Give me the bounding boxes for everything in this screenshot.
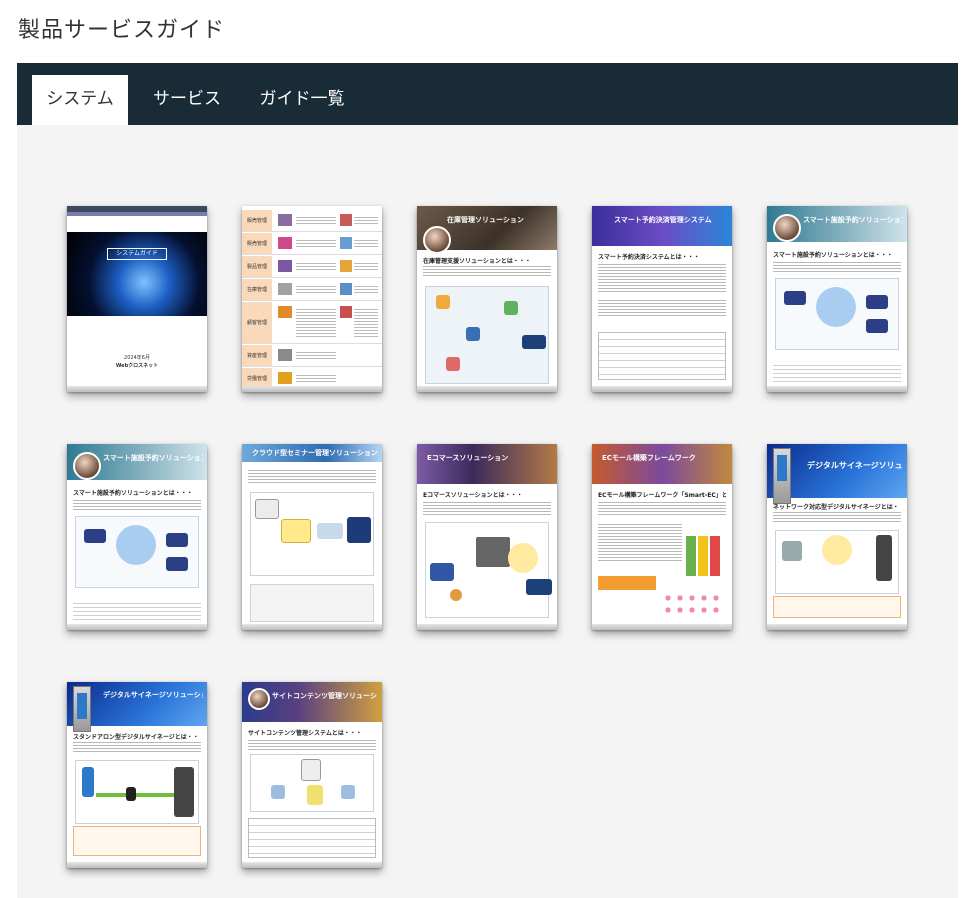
- system-diagram: [775, 530, 899, 594]
- guide-book-ecommerce[interactable]: Eコマースソリューション Eコマースソリューションとは・・・: [417, 444, 557, 630]
- system-diagram: [250, 754, 374, 812]
- kiosk-image: [73, 686, 91, 732]
- book-title: 在庫管理ソリューション: [447, 216, 524, 224]
- list-item: 労働管理: [242, 368, 382, 390]
- avatar: [73, 452, 101, 480]
- book-title: ECモール構築フレームワーク: [602, 454, 696, 462]
- book-heading: Eコマースソリューションとは・・・: [423, 492, 523, 499]
- book-title: デジタルサイネージソリューション: [807, 461, 903, 470]
- guide-book-inventory[interactable]: 在庫管理ソリューション 在庫管理支援ソリューションとは・・・: [417, 206, 557, 392]
- system-diagram: [425, 522, 552, 618]
- avatar: [248, 688, 270, 710]
- guide-book-smart-reservation-2[interactable]: スマート施設予約ソリューション スマート施設予約ソリューションとは・・・: [67, 444, 207, 630]
- guide-book-ec-mall[interactable]: ECモール構築フレームワーク ECモール構築フレームワーク「Smart-EC」と…: [592, 444, 732, 630]
- cover-company: Webクロスネット: [115, 363, 159, 369]
- cover-label: システムガイド: [107, 248, 167, 260]
- book-title: スマート施設予約ソリューション: [803, 216, 903, 224]
- book-title: スマート予約決済管理システム: [614, 216, 712, 224]
- tab-system[interactable]: システム: [32, 75, 128, 125]
- list-item: 顧客管理: [242, 302, 382, 344]
- book-title: クラウド型セミナー管理ソリューション: [252, 449, 378, 457]
- guide-book-seminar[interactable]: クラウド型セミナー管理ソリューション: [242, 444, 382, 630]
- page-title: 製品サービスガイド: [18, 18, 226, 43]
- cover-date: 2024年6月: [124, 355, 150, 361]
- avatar: [423, 226, 451, 254]
- list-item: 資産管理: [242, 345, 382, 367]
- system-diagram: [425, 286, 549, 384]
- feature-table: [248, 818, 376, 858]
- guide-book-network-signage[interactable]: デジタルサイネージソリューション ネットワーク対応型デジタルサイネージとは・・・: [767, 444, 907, 630]
- avatar: [773, 214, 801, 242]
- book-heading: スマート予約決済システムとは・・・: [598, 254, 700, 261]
- tab-guide-list[interactable]: ガイド一覧: [247, 75, 357, 125]
- guide-gallery: システムガイド 2024年6月 Webクロスネット 販売管理 販売管理 製品管理…: [17, 125, 958, 898]
- book-heading: ECモール構築フレームワーク「Smart-EC」とは・・・: [598, 492, 726, 499]
- book-title: サイトコンテンツ管理ソリューション: [272, 692, 378, 700]
- system-diagram: [75, 516, 199, 588]
- book-title: スマート施設予約ソリューション: [103, 454, 203, 462]
- list-item: 販売管理: [242, 210, 382, 232]
- list-item: 販売管理: [242, 233, 382, 255]
- tab-bar: システム サービス ガイド一覧: [17, 63, 958, 125]
- kiosk-image: [773, 448, 791, 504]
- guide-book-standalone-signage[interactable]: デジタルサイネージソリューション スタンドアロン型デジタルサイネージとは・・・: [67, 682, 207, 868]
- guide-book-smart-reservation[interactable]: スマート施設予約ソリューション スマート施設予約ソリューションとは・・・: [767, 206, 907, 392]
- feature-table: [598, 332, 726, 380]
- tab-service[interactable]: サービス: [139, 75, 235, 125]
- guide-book-product-list[interactable]: 販売管理 販売管理 製品管理 在庫管理 顧客管理 資産管理 労働管理: [242, 206, 382, 392]
- globe-image: [67, 232, 207, 316]
- system-diagram: [250, 492, 374, 576]
- book-heading: スマート施設予約ソリューションとは・・・: [73, 490, 193, 497]
- book-heading: スマート施設予約ソリューションとは・・・: [773, 252, 893, 259]
- system-diagram: [775, 278, 899, 350]
- system-diagram: [75, 760, 199, 824]
- guide-book-smart-payment[interactable]: スマート予約決済管理システム スマート予約決済システムとは・・・: [592, 206, 732, 392]
- list-item: 在庫管理: [242, 279, 382, 301]
- guide-book-site-cms[interactable]: サイトコンテンツ管理ソリューション サイトコンテンツ管理システムとは・・・: [242, 682, 382, 868]
- book-title: デジタルサイネージソリューション: [103, 691, 203, 699]
- book-heading: サイトコンテンツ管理システムとは・・・: [248, 730, 362, 737]
- screenshot-strip: [250, 584, 374, 622]
- list-item: 製品管理: [242, 256, 382, 278]
- book-title: Eコマースソリューション: [427, 454, 509, 462]
- guide-book-system-guide[interactable]: システムガイド 2024年6月 Webクロスネット: [67, 206, 207, 392]
